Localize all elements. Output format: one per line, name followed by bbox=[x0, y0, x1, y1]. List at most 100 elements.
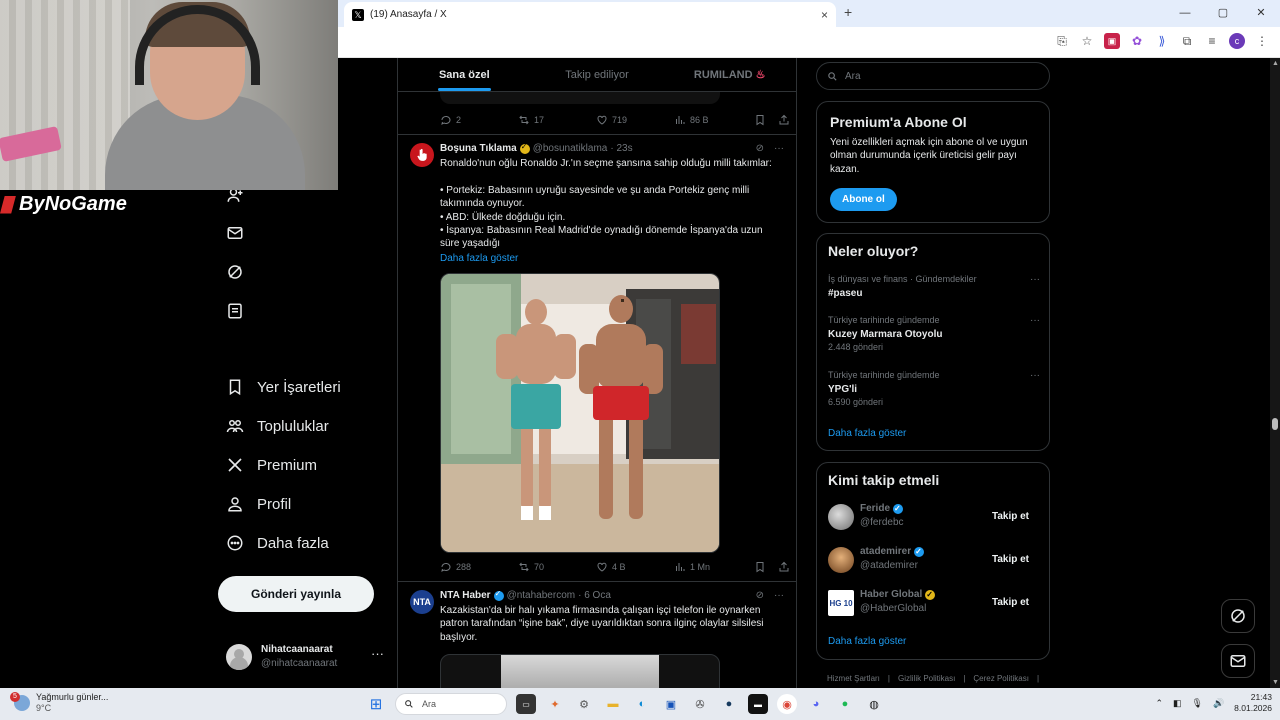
grok-explain-icon[interactable]: ⊘ bbox=[756, 590, 764, 601]
task-view-icon[interactable]: ▭ bbox=[516, 694, 536, 714]
follow-button[interactable]: Takip et bbox=[980, 548, 1040, 571]
weather-widget[interactable]: 5 Yağmurlu günler... 9°C bbox=[10, 692, 108, 714]
copilot-icon[interactable]: ✦ bbox=[545, 694, 565, 714]
nav-item-profile[interactable]: Profil bbox=[226, 495, 291, 513]
follow-button[interactable]: Takip et bbox=[980, 591, 1040, 614]
bookmark-icon[interactable] bbox=[754, 114, 766, 126]
trend-more-icon[interactable]: ··· bbox=[1030, 314, 1040, 328]
avatar[interactable] bbox=[828, 547, 854, 573]
tab-following[interactable]: Takip ediliyor bbox=[531, 58, 664, 91]
bookmark-star-icon[interactable]: ☆ bbox=[1079, 33, 1095, 49]
tweet-more-icon[interactable]: ··· bbox=[774, 143, 784, 154]
follow-suggestion[interactable]: atademirer @atademirer Takip et bbox=[828, 545, 1040, 575]
tweet-time[interactable]: · 23s bbox=[610, 143, 632, 154]
trend-more-icon[interactable]: ··· bbox=[1030, 369, 1040, 383]
profile-avatar-icon[interactable]: c bbox=[1229, 33, 1245, 49]
tweet-avatar-nta-haber[interactable]: NTA bbox=[410, 590, 434, 614]
settings-icon[interactable]: ⚙ bbox=[574, 694, 594, 714]
trend-item[interactable]: Türkiye tarihinde gündemde YPG'li 6.590 … bbox=[828, 369, 1040, 410]
restore-button[interactable]: ▢ bbox=[1204, 0, 1242, 27]
extension-blue-icon[interactable]: ⟫ bbox=[1154, 33, 1170, 49]
tweet-photo[interactable] bbox=[440, 273, 720, 553]
show-more-link[interactable]: Daha fazla göster bbox=[440, 252, 780, 265]
scrollbar-thumb[interactable] bbox=[1272, 418, 1278, 430]
account-more-icon[interactable]: ··· bbox=[371, 646, 384, 661]
views-button[interactable]: 1 Mn bbox=[674, 561, 752, 573]
footer-link-terms[interactable]: Hizmet Şartları bbox=[827, 674, 880, 683]
volume-icon[interactable]: 🔊 bbox=[1213, 698, 1224, 709]
post-button[interactable]: Gönderi yayınla bbox=[218, 576, 374, 612]
avatar[interactable]: HG 10 bbox=[828, 590, 854, 616]
grok-explain-icon[interactable]: ⊘ bbox=[756, 143, 764, 154]
tab-for-you[interactable]: Sana özel bbox=[398, 58, 531, 91]
views-button[interactable]: 86 B bbox=[674, 114, 752, 126]
reply-button[interactable]: 2 bbox=[440, 114, 518, 126]
trend-more-icon[interactable]: ··· bbox=[1030, 273, 1040, 287]
tweet-video[interactable] bbox=[440, 654, 720, 688]
browser-tab-active[interactable]: 𝕏 (19) Anasayfa / X × bbox=[344, 2, 836, 27]
tweet-more-icon[interactable]: ··· bbox=[774, 590, 784, 601]
trend-item[interactable]: İş dünyası ve finans · Gündemdekiler #pa… bbox=[828, 273, 1040, 300]
grok-fab-button[interactable] bbox=[1221, 599, 1255, 633]
tweet-author-handle[interactable]: @bosunatiklama bbox=[533, 143, 608, 154]
chrome-icon[interactable]: ◉ bbox=[777, 694, 797, 714]
spotify-icon[interactable]: ● bbox=[835, 694, 855, 714]
trend-item[interactable]: Türkiye tarihinde gündemde Kuzey Marmara… bbox=[828, 314, 1040, 355]
share-icon[interactable] bbox=[778, 561, 790, 573]
scroll-up-arrow-icon[interactable]: ▲ bbox=[1272, 60, 1279, 67]
like-button[interactable]: 719 bbox=[596, 114, 674, 126]
clock[interactable]: 21:43 8.01.2026 bbox=[1234, 692, 1272, 714]
avatar[interactable] bbox=[828, 504, 854, 530]
browser-menu-icon[interactable]: ⋮ bbox=[1254, 33, 1270, 49]
share-icon[interactable] bbox=[778, 114, 790, 126]
extension-purple-icon[interactable]: ✿ bbox=[1129, 33, 1145, 49]
edge-icon[interactable]: ◐ bbox=[632, 694, 652, 714]
nav-item-communities[interactable]: Topluluklar bbox=[226, 417, 329, 435]
store-icon[interactable]: ▣ bbox=[661, 694, 681, 714]
tweet-time[interactable]: · 6 Oca bbox=[578, 590, 611, 601]
page-scrollbar[interactable]: ▲ ▼ bbox=[1270, 58, 1280, 688]
account-switcher[interactable]: Nihatcaanaarat @nihatcaanaarat ··· bbox=[226, 642, 386, 672]
tweet-author-name[interactable]: NTA Haber bbox=[440, 590, 491, 601]
nav-item-grok[interactable] bbox=[226, 263, 244, 281]
reading-list-icon[interactable]: ≡ bbox=[1204, 33, 1220, 49]
repost-button[interactable]: 70 bbox=[518, 561, 596, 573]
close-window-button[interactable]: ✕ bbox=[1242, 0, 1280, 27]
follow-suggestion[interactable]: HG 10 Haber Global @HaberGlobal Takip et bbox=[828, 588, 1040, 618]
footer-link-cookies[interactable]: Çerez Politikası bbox=[973, 674, 1029, 683]
tab-rumiland[interactable]: RUMILAND ♨ bbox=[663, 58, 796, 91]
who-to-follow-show-more-link[interactable]: Daha fazla göster bbox=[828, 636, 906, 647]
terminal-icon[interactable]: ▬ bbox=[748, 694, 768, 714]
follow-button[interactable]: Takip et bbox=[980, 505, 1040, 528]
tweet[interactable]: Boşuna Tıklama @bosunatiklama · 23s ⊘ ··… bbox=[398, 142, 796, 583]
repost-button[interactable]: 17 bbox=[518, 114, 596, 126]
search-input[interactable]: Ara bbox=[816, 62, 1050, 90]
scroll-down-arrow-icon[interactable]: ▼ bbox=[1272, 679, 1279, 686]
nav-item-premium[interactable]: Premium bbox=[226, 456, 317, 474]
nav-item-bookmarks[interactable]: Yer İşaretleri bbox=[226, 378, 341, 396]
minimize-button[interactable]: — bbox=[1166, 0, 1204, 27]
extensions-puzzle-icon[interactable]: ⧉ bbox=[1179, 33, 1195, 49]
taskbar-search[interactable]: Ara bbox=[395, 693, 507, 715]
tray-app-icon[interactable]: ◧ bbox=[1173, 698, 1182, 709]
windows-start-icon[interactable]: ⊞ bbox=[366, 694, 386, 714]
extension-red-icon[interactable]: ▣ bbox=[1104, 33, 1120, 49]
steam-icon[interactable]: ● bbox=[719, 694, 739, 714]
previous-tweet-media[interactable] bbox=[440, 92, 720, 104]
new-tab-button[interactable]: + bbox=[844, 4, 852, 20]
file-explorer-icon[interactable]: ▬ bbox=[603, 694, 623, 714]
close-tab-icon[interactable]: × bbox=[821, 8, 828, 22]
subscribe-button[interactable]: Abone ol bbox=[830, 188, 897, 211]
install-app-icon[interactable]: ⎘ bbox=[1054, 33, 1070, 49]
nav-item-more[interactable]: Daha fazla bbox=[226, 534, 329, 552]
reply-button[interactable]: 288 bbox=[440, 561, 518, 573]
tweet-author-handle[interactable]: @ntahabercom bbox=[507, 590, 576, 601]
trends-show-more-link[interactable]: Daha fazla göster bbox=[828, 428, 906, 439]
nav-item-lists[interactable] bbox=[226, 302, 244, 320]
obs-icon[interactable]: ◍ bbox=[864, 694, 884, 714]
like-button[interactable]: 4 B bbox=[596, 561, 674, 573]
tweet-author-name[interactable]: Boşuna Tıklama bbox=[440, 143, 517, 154]
discord-icon[interactable]: ◕ bbox=[806, 694, 826, 714]
bookmark-icon[interactable] bbox=[754, 561, 766, 573]
tweet-avatar-bosuna-tiklama[interactable] bbox=[410, 143, 434, 167]
